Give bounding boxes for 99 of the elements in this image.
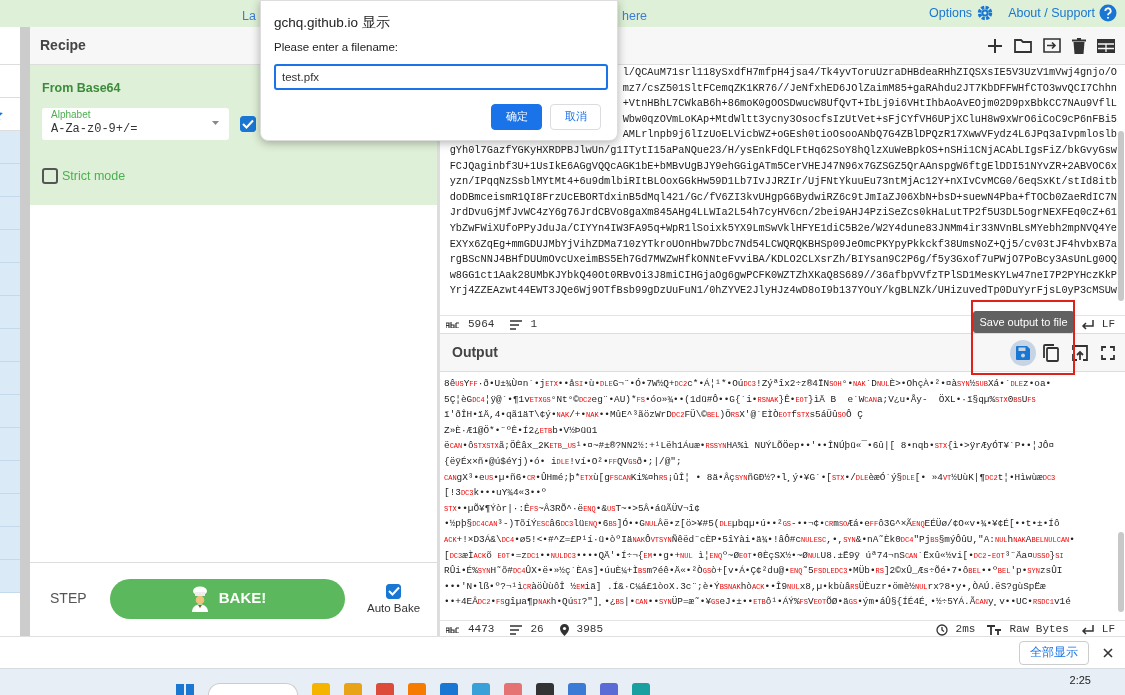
- app-icon[interactable]: [504, 683, 522, 695]
- clock-icon: [935, 623, 948, 636]
- dialog-button[interactable]: 确定: [491, 103, 542, 130]
- input-text-line: YbZwFWiXUfoPPyJduJa/CIYYn4IW3FA95q+WpR1lSoixk5YX9LmSwVklHFYE1diC5B2e/W2Y4dune83JNMm4ir33NVnBLsMYebh2mpNVQ4Ye: [449, 220, 1117, 236]
- input-text-line: EXYx6ZqEg+mmGDUJMbYjVihZDMa710zYTkroUOnHbw7Dbc7Nd54LCWQRQKBHSp09JeOmcPKYpyPkkckf38UmsNoZ+Qj5/cv03tJF4hvbxB7a: [449, 236, 1117, 252]
- app-icon[interactable]: [344, 683, 362, 695]
- scrollbar-thumb[interactable]: [1118, 131, 1124, 301]
- dialog-message: Please enter a filename:: [274, 40, 399, 56]
- layout-icon[interactable]: [1097, 38, 1115, 53]
- bake-time: 2ms: [955, 622, 976, 638]
- operation-item[interactable]: [0, 296, 20, 329]
- input-text-line: Wbw0qzOVmLoKAp+MtdWltt3ycny3OsocfsIzUtVet+sFjCYfVH6UPjXCluH8w9xWrO6iCoC9cP6nFBi5: [622, 111, 1117, 127]
- bake-button[interactable]: BAKE!: [110, 578, 345, 619]
- cursor-position: 3985: [576, 622, 603, 638]
- input-text-line: rgBScNNJ4BHfDUUmOvcUxeimBS5Eh7Gd7MWZwHfkONNteFvviBA/KDLO2CLXsrZh/BIYsan9C2P6g/f5y3Gxof7uPWjO7PoBcy3AsUnLg0OQ: [449, 252, 1117, 268]
- splitter-bar[interactable]: [20, 27, 30, 636]
- show-all-button[interactable]: 全部显示: [1019, 640, 1089, 665]
- maximize-icon[interactable]: [1101, 345, 1115, 360]
- save-icon: [1015, 344, 1031, 361]
- operation-item[interactable]: [0, 395, 20, 428]
- replace-input-icon[interactable]: [1072, 344, 1088, 361]
- checkbox[interactable]: [386, 583, 402, 599]
- operation-item[interactable]: [0, 362, 20, 395]
- line-count: 1: [530, 317, 537, 333]
- operation-item[interactable]: [0, 197, 20, 230]
- taskbar-search[interactable]: [208, 683, 298, 695]
- text-encoding-icon: [987, 624, 1002, 635]
- character-count: 5964: [468, 317, 495, 333]
- app-icon[interactable]: [408, 683, 426, 695]
- operation-item[interactable]: [0, 230, 20, 263]
- input-text-line: w8GG1ct1Aak28UMbKJYbkQ40Ot0RBvOi3J8miCIHGjaOg6gwPCFK0WZTZhXKaQ8S689//36afbpVVfzTPlSD1MesKYLw47neI7P2PYHczKkP: [449, 267, 1117, 283]
- line-count: 26: [530, 622, 544, 638]
- line-ending: LF: [1101, 622, 1115, 638]
- input-text-line: yzn/IPqqNzSsblMYtMt4+6u9dmlbiRItBLOoxGGkHw59D1Lb7IvJJRZIr/UjFNtYkuuEu73ntMjAc12Y+nXIvCvMCG0/6eqSxKt/stId8itb: [449, 174, 1117, 190]
- app-icon[interactable]: [536, 683, 554, 695]
- operation-item[interactable]: [0, 461, 20, 494]
- app-icon[interactable]: [632, 683, 650, 695]
- checkbox[interactable]: [240, 115, 256, 132]
- input-text-line: +VtnHBhL7CWkaB6h+86moK0gOOSDwucW8UfQvT+IbLj9i6VHtIhbAoAvEOjm02D9pxBbkCC7NAu9VflL: [622, 96, 1117, 112]
- checkbox[interactable]: [42, 168, 58, 185]
- tooltip: Save output to file: [973, 311, 1074, 333]
- operation-item[interactable]: [0, 131, 20, 164]
- input-text-line: mz7/csZ501SltFCemqZK1KR76//JeNfxhED6JOlZaimM85+gaRAhdu2JT7KbDFFWHfCTO3wvQCI7Chhn: [622, 80, 1117, 96]
- step-button[interactable]: STEP: [50, 588, 110, 609]
- import-icon[interactable]: [1043, 38, 1061, 53]
- operation-item[interactable]: [0, 494, 20, 527]
- windows-start-icon[interactable]: [176, 681, 194, 695]
- operation-item[interactable]: [0, 263, 20, 296]
- return-icon: [1080, 624, 1094, 635]
- operation-item[interactable]: [0, 428, 20, 461]
- input-text-line: Yrj4ZZEAzwt44EWT3JQe6Wj9OTfBsb99gDzUuFuN1/0hZYVE2JlyHJz4wD8oI9b137YOuY/kgBLNZk/UHizuvedTp0DuYyrFjsL0yP3cMSUw: [449, 283, 1117, 299]
- input-text-line: AMLrlnpb9j6lIzUoELVicbWZ+oGEsh0tioOsooANbQ7G4ZBlDPQzR17XwwVFydz4L6JPq3aIvpmloslb: [622, 127, 1117, 143]
- input-text-line: JrdDvuGjMfJvWC4zY6g76JrdCBVo8gaXm845AHg4LLWIa2L54h7cyHV6cn/2bei9AHJ4PziSeZcs0kHaLutTP2f5U3DL5ogrNEXFEq0cZ+61: [449, 205, 1117, 221]
- encoding-label: Raw Bytes: [1009, 622, 1069, 638]
- app-icon[interactable]: [568, 683, 586, 695]
- app-icon[interactable]: [312, 683, 330, 695]
- panel-title: Recipe: [40, 36, 86, 55]
- settings-icon[interactable]: [976, 4, 995, 23]
- input-text-line: l/QCAuM71srl118ySxdfH7mfpH4jsa4/Tk4yvToruUzraDHBdeaRHhZIQSXsIE5V3UzV1mVwj4gnjo/O: [622, 65, 1117, 80]
- about-link[interactable]: About / Support: [1008, 4, 1095, 23]
- character-count-icon: [446, 626, 460, 633]
- checkbox-label: Strict mode: [62, 167, 126, 185]
- return-icon: [1080, 319, 1094, 330]
- clock-time: 2:25: [1069, 672, 1091, 688]
- banner-link[interactable]: La: [242, 7, 256, 26]
- operation-item[interactable]: [0, 527, 20, 560]
- line-count-icon: [510, 624, 523, 635]
- add-icon[interactable]: [987, 37, 1003, 54]
- input-text-line: gYh0l7GazfYGKyHXRDPBJlwUn/g1ITytI15aPaNQue23/H/ysEnkFdQLFtHq62SoY8hQlzXuWeBpkOS+nSHi1CNjACAbLIgsFiZ/bkGvyGsw: [449, 142, 1117, 158]
- character-count: 4473: [468, 622, 495, 638]
- help-icon[interactable]: [1099, 4, 1117, 23]
- operation-item[interactable]: [0, 164, 20, 197]
- dialog-button[interactable]: 取消: [550, 103, 601, 130]
- alphabet-select[interactable]: Alphabet A-Za-z0-9+/=: [42, 107, 229, 140]
- checkbox-label: Auto Bake: [367, 600, 421, 616]
- scrollbar-thumb[interactable]: [1118, 532, 1124, 612]
- folder-icon[interactable]: [1014, 38, 1032, 53]
- app-icon[interactable]: [600, 683, 618, 695]
- filename-field[interactable]: test.pfx: [274, 63, 608, 90]
- options-link[interactable]: Options: [929, 4, 973, 23]
- trash-icon[interactable]: [1072, 37, 1086, 54]
- dialog-title: gchq.github.io 显示: [274, 14, 390, 32]
- copy-icon[interactable]: [1042, 343, 1059, 362]
- app-icon[interactable]: [440, 683, 458, 695]
- app-icon[interactable]: [376, 683, 394, 695]
- app-icon[interactable]: [472, 683, 490, 695]
- operation-item[interactable]: [0, 329, 20, 362]
- banner-link[interactable]: here: [622, 7, 648, 26]
- caret-icon: [212, 120, 219, 125]
- input-text-line: FCJQaginbf3U+1UsIkE6AGgVQQcAGK1bE+bMBvUgBJY9ehGGigATm5CerVHEJ47N96x7GZSGZ5QrAAnspgW6ftgElDDI51NYvZR+2ABVOC6x: [449, 158, 1117, 174]
- character-count-icon: [446, 321, 460, 328]
- input-text-line: doDBmceismR1QI8FrzUcEBORTdxinB5dMql421/Gc/fV6ZI3kvUHgpG6BydwiRZ6c9tJmIaZJ06XbN+bsD+suewN4Pba+fTOCb0ZaeRdIC7N: [449, 189, 1117, 205]
- operation-title: From Base64: [42, 80, 121, 97]
- line-ending: LF: [1101, 317, 1115, 333]
- line-count-icon: [510, 319, 523, 330]
- operation-item[interactable]: [0, 560, 20, 593]
- save-button[interactable]: [1010, 339, 1036, 366]
- close-icon[interactable]: [1103, 647, 1113, 658]
- panel-title: Output: [452, 343, 498, 362]
